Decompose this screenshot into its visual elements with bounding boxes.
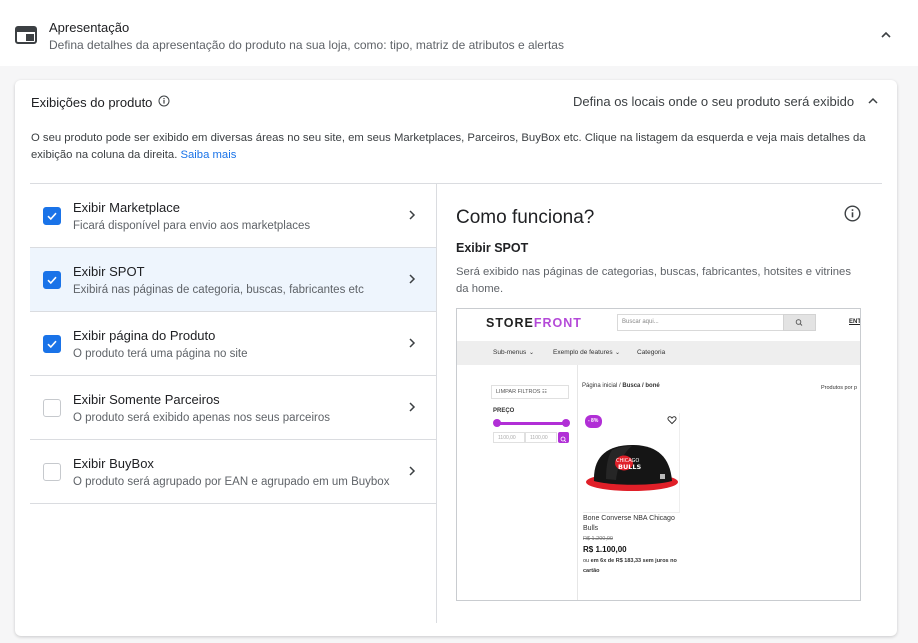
preview-price-search-button xyxy=(558,432,569,443)
preview-slider-handle xyxy=(562,419,570,427)
display-option-description: O produto será agrupado por EAN e agrupa… xyxy=(73,476,390,488)
chevron-right-icon xyxy=(409,338,416,348)
preview-nav-item: Categoria xyxy=(637,349,666,356)
preview-breadcrumb: Página inicial / Busca / boné xyxy=(582,383,660,389)
checkbox[interactable] xyxy=(43,335,61,353)
learn-more-link[interactable]: Saiba mais xyxy=(180,149,236,161)
preview-sidebar-divider xyxy=(577,365,578,600)
checkbox[interactable] xyxy=(43,207,61,225)
preview-installments: ou em 6x de R$ 183,33 sem juros no cartã… xyxy=(583,558,677,574)
display-option-description: O produto será exibido apenas nos seus p… xyxy=(73,412,330,424)
info-icon[interactable] xyxy=(158,95,170,107)
chevron-right-icon xyxy=(409,402,416,412)
detail-description: Será exibido nas páginas de categorias, … xyxy=(456,266,851,295)
check-icon xyxy=(47,340,57,349)
info-icon[interactable] xyxy=(844,205,861,222)
display-option-title: Exibir Marketplace xyxy=(73,200,180,215)
preview-min-price: 1100,00 xyxy=(493,432,525,443)
chevron-down-icon: ⌄ xyxy=(529,350,535,356)
display-option-title: Exibir página do Produto xyxy=(73,328,216,343)
storefront-preview: STOREFRONT Buscar aqui... ENT Sub-menus … xyxy=(456,308,861,601)
checkbox[interactable] xyxy=(43,271,61,289)
preview-price-label: PREÇO xyxy=(493,408,515,414)
discount-badge: - 8% xyxy=(585,415,602,428)
preview-price: R$ 1.100,00 xyxy=(583,545,627,554)
svg-text:BULLS: BULLS xyxy=(618,463,642,471)
checkbox[interactable] xyxy=(43,463,61,481)
chevron-up-icon[interactable] xyxy=(866,94,880,108)
display-option-item[interactable]: Exibir BuyBox O produto será agrupado por… xyxy=(30,440,436,504)
card-subtitle: Defina os locais onde o seu produto será… xyxy=(573,94,855,109)
display-options-list: Exibir Marketplace Ficará disponível para… xyxy=(30,184,436,504)
display-option-description: Ficará disponível para envio aos marketp… xyxy=(73,220,311,232)
detail-panel: Como funciona? Exibir SPOT Será exibido … xyxy=(456,184,882,624)
divider xyxy=(436,184,437,623)
chevron-right-icon xyxy=(409,466,416,476)
checkbox[interactable] xyxy=(43,399,61,417)
preview-clear-filters: LIMPAR FILTROS ☷ xyxy=(491,385,569,399)
display-option-title: Exibir BuyBox xyxy=(73,456,154,471)
display-option-item[interactable]: Exibir SPOT Exibirá nas páginas de catego… xyxy=(30,248,436,312)
preview-max-price: 1100,00 xyxy=(525,432,557,443)
preview-old-price: R$ 1.200,00 xyxy=(583,536,613,542)
card-description-text: O seu produto pode ser exibido em divers… xyxy=(31,132,866,161)
preview-nav-item: Exemplo de features xyxy=(553,349,613,356)
product-display-card: Exibições do produto Defina os locais on… xyxy=(15,80,897,636)
product-image: CHICAGO BULLS xyxy=(586,445,678,491)
display-option-title: Exibir Somente Parceiros xyxy=(73,392,220,407)
display-option-description: Exibirá nas páginas de categoria, buscas… xyxy=(73,284,364,296)
heart-icon xyxy=(667,416,677,425)
storefront-logo: STOREFRONT xyxy=(486,316,582,330)
display-option-item[interactable]: Exibir Somente Parceiros O produto será e… xyxy=(30,376,436,440)
card-title: Exibições do produto xyxy=(31,95,153,110)
section-description: Defina detalhes da apresentação do produ… xyxy=(49,38,564,52)
chevron-right-icon xyxy=(409,210,416,220)
card-description: O seu produto pode ser exibido em divers… xyxy=(31,130,876,164)
preview-search-button xyxy=(783,314,816,331)
section-header[interactable]: Apresentação Defina detalhes da apresent… xyxy=(0,0,918,66)
layout-icon xyxy=(15,26,37,44)
search-icon xyxy=(795,319,803,326)
chevron-down-icon: ⌄ xyxy=(615,350,621,356)
display-option-item[interactable]: Exibir página do Produto O produto terá u… xyxy=(30,312,436,376)
preview-products-per-page: Produtos por p xyxy=(821,385,858,391)
preview-nav-bar: Sub-menus ⌄ Exemplo de features ⌄ Catego… xyxy=(457,341,860,365)
preview-price-slider xyxy=(496,422,565,425)
display-options: Exibir Marketplace Ficará disponível para… xyxy=(30,183,882,623)
preview-product-name: Bone Converse NBA Chicago Bulls xyxy=(583,515,675,532)
display-option-item[interactable]: Exibir Marketplace Ficará disponível para… xyxy=(30,184,436,248)
search-icon xyxy=(560,436,567,443)
chevron-right-icon xyxy=(409,274,416,284)
preview-header-link: ENT xyxy=(849,319,861,325)
display-option-title: Exibir SPOT xyxy=(73,264,145,279)
filter-icon: ☷ xyxy=(541,389,547,395)
section-title: Apresentação xyxy=(49,20,130,35)
check-icon xyxy=(47,276,57,285)
detail-subtitle: Exibir SPOT xyxy=(456,241,529,255)
preview-slider-handle xyxy=(493,419,501,427)
detail-title: Como funciona? xyxy=(456,207,595,228)
check-icon xyxy=(47,212,57,221)
display-option-description: O produto terá uma página no site xyxy=(73,348,248,360)
chevron-up-icon[interactable] xyxy=(878,27,894,43)
preview-product-card: - 8% CHICAGO BULLS xyxy=(583,413,680,513)
preview-nav-item: Sub-menus xyxy=(493,349,527,356)
